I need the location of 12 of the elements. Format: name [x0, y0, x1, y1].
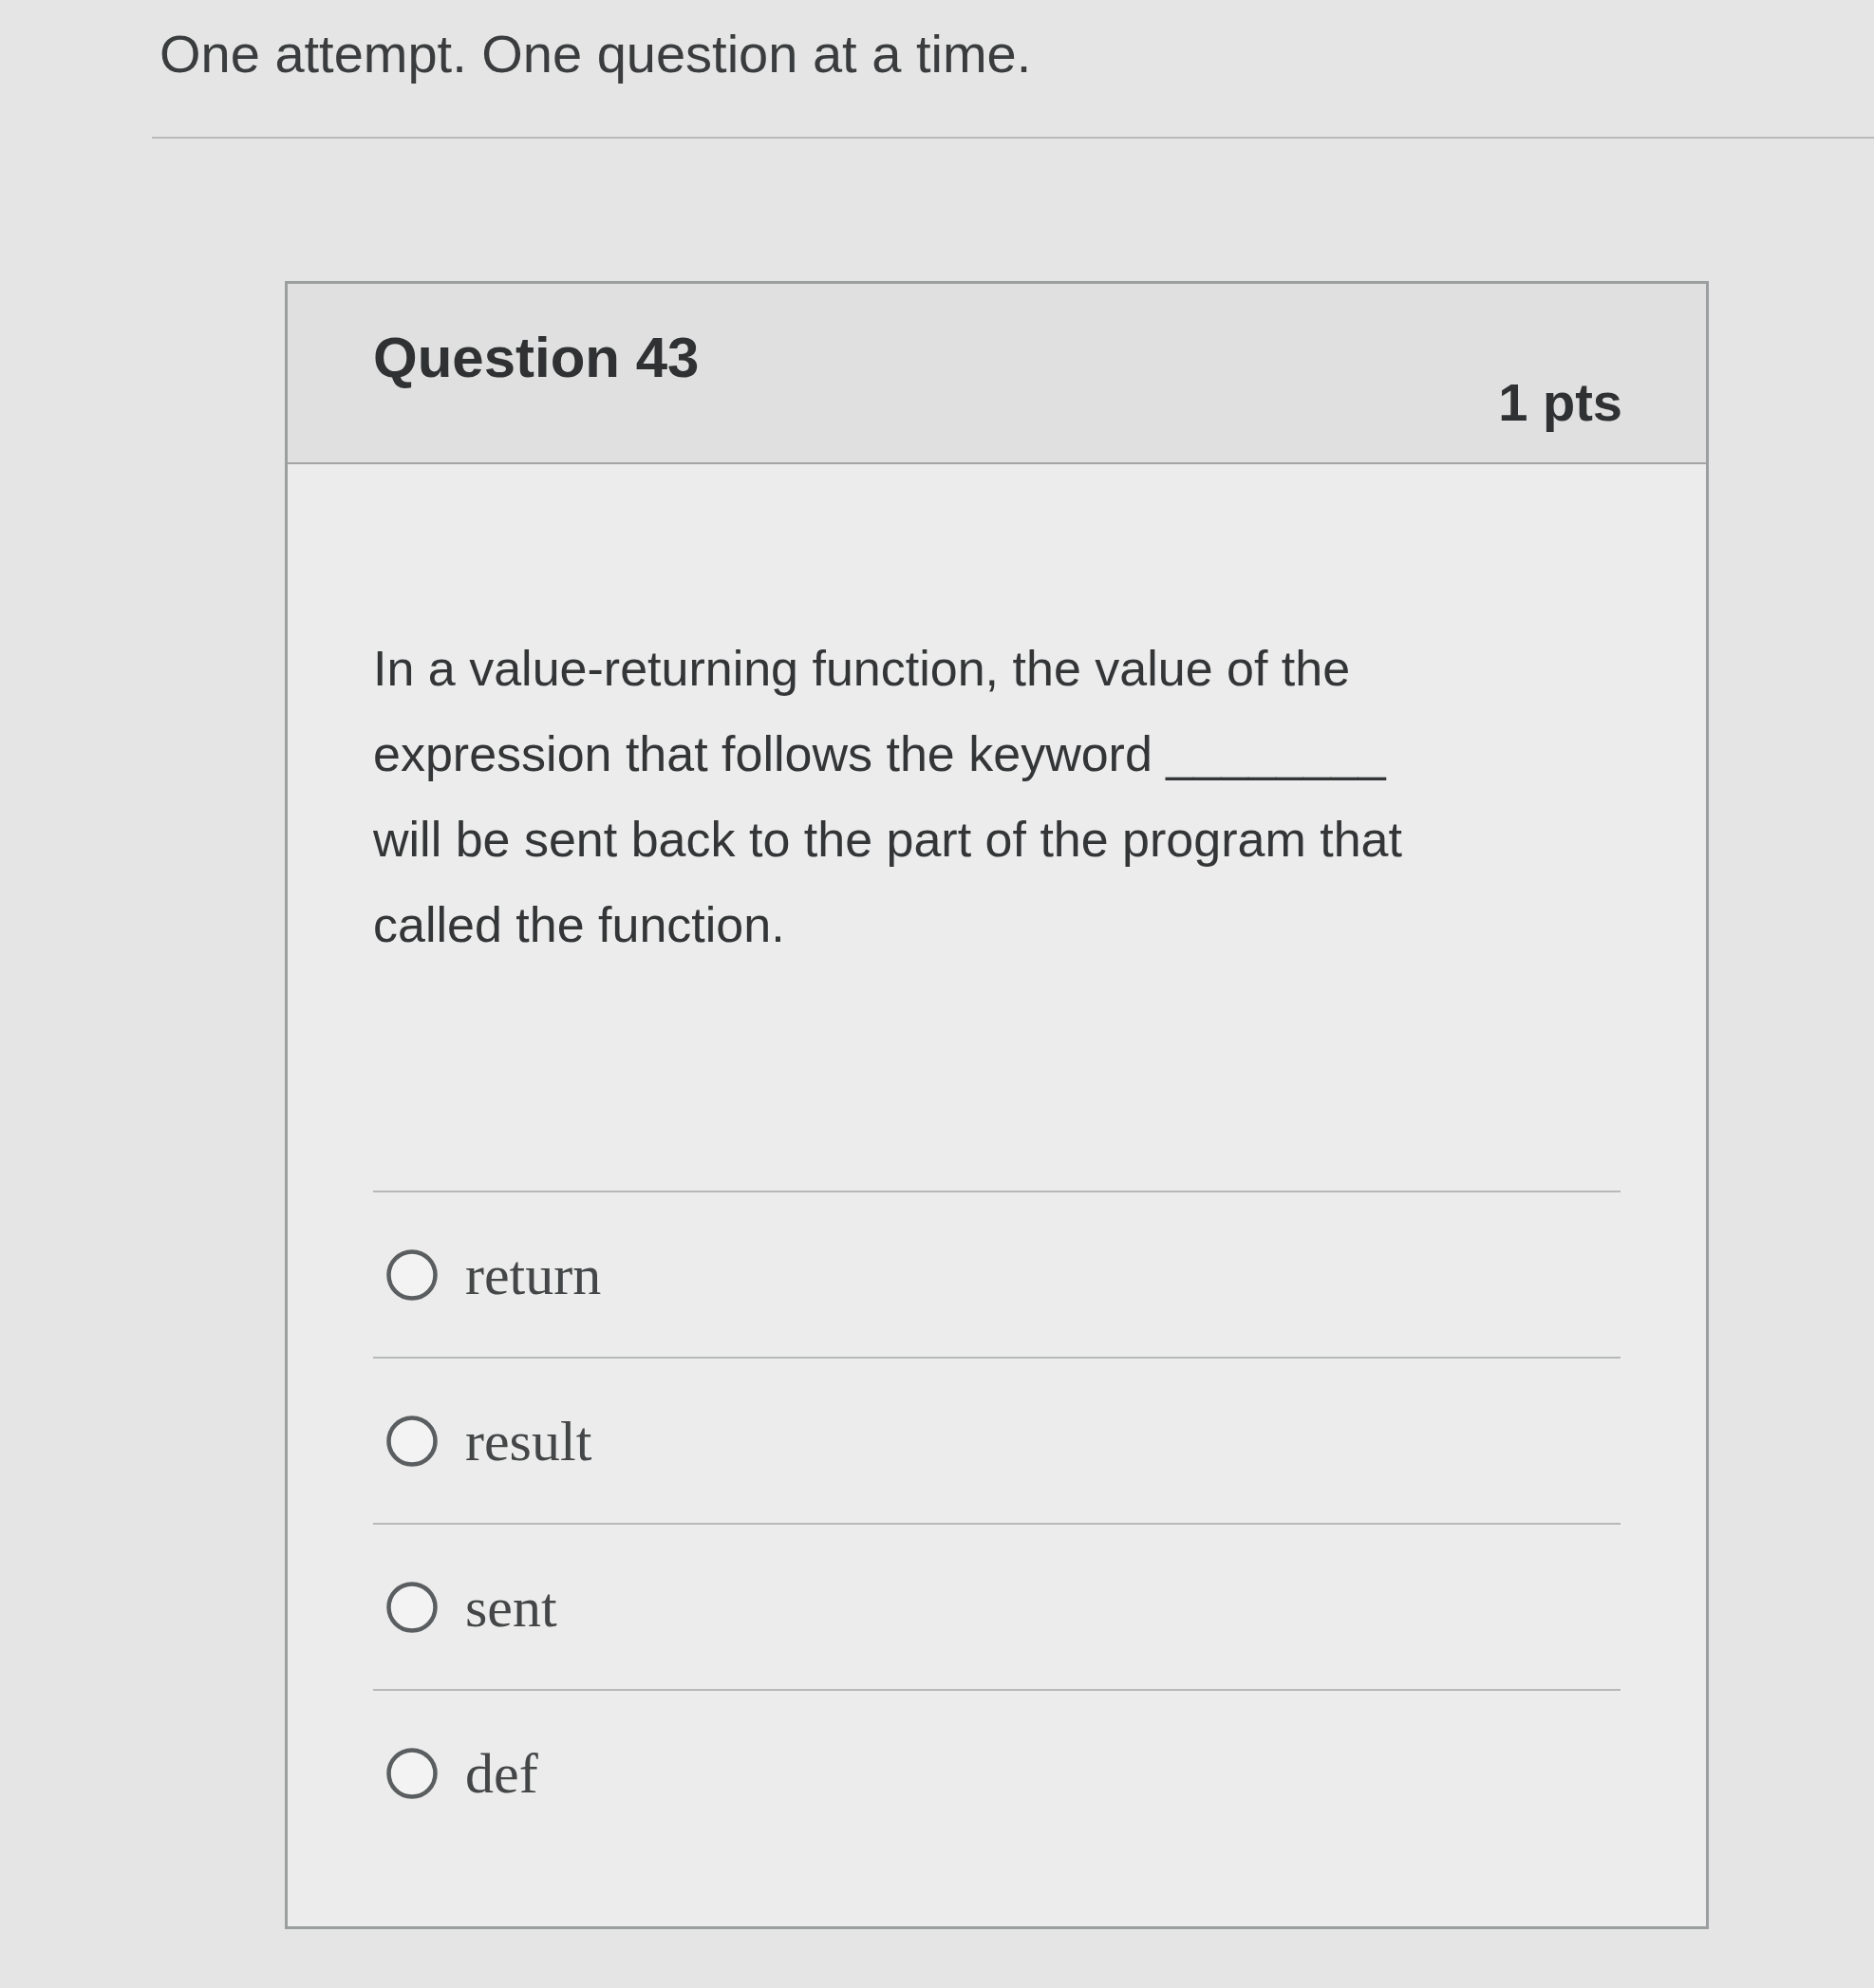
page-title: One attempt. One question at a time.: [159, 23, 1032, 85]
answer-label: result: [465, 1408, 592, 1474]
answer-label: def: [465, 1740, 538, 1807]
radio-button[interactable]: [386, 1581, 438, 1633]
radio-button[interactable]: [386, 1415, 438, 1467]
radio-button[interactable]: [386, 1747, 438, 1799]
radio-button[interactable]: [386, 1248, 438, 1301]
answer-label: sent: [465, 1574, 557, 1641]
question-title: Question 43: [373, 325, 700, 391]
answer-label: return: [465, 1242, 602, 1308]
points-label: 1 pts: [1498, 371, 1622, 434]
question-text: In a value-returning function, the value of the expression that follows the keyword ________ will be sent back to the part of the program that called the function.: [373, 640, 1403, 954]
